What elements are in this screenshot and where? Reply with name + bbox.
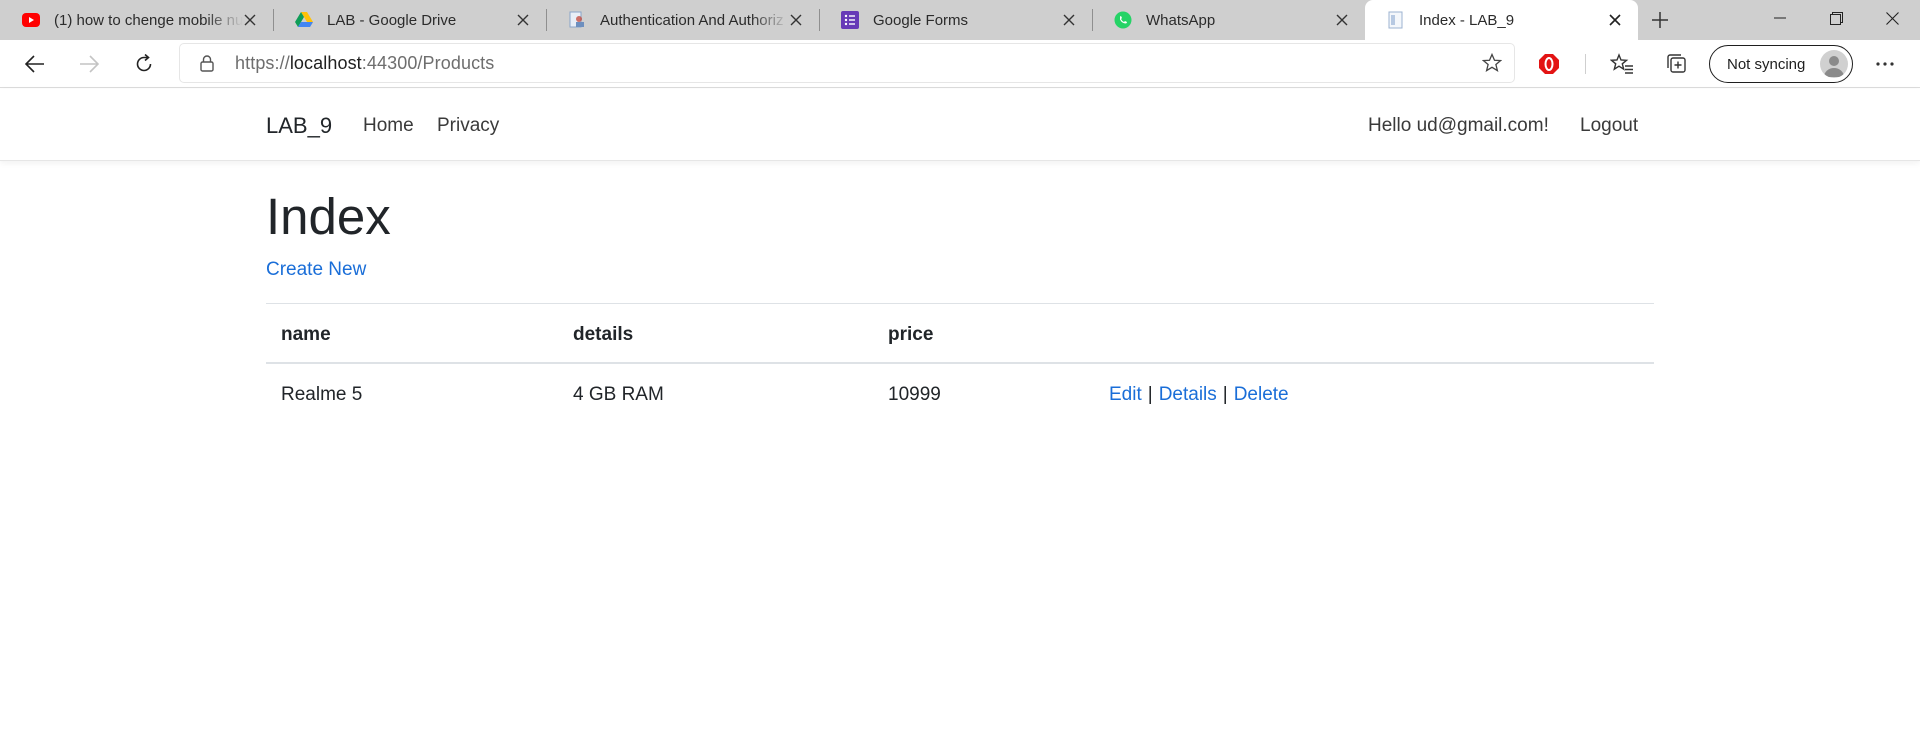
avatar bbox=[1820, 50, 1848, 78]
tab-strip: (1) how to chenge mobile nu LAB - Google… bbox=[0, 0, 1920, 40]
restore-icon bbox=[1829, 11, 1843, 25]
column-header-price: price bbox=[888, 324, 934, 345]
page-title: Index bbox=[266, 188, 391, 245]
collections-icon bbox=[1667, 54, 1686, 73]
forward-button[interactable] bbox=[71, 48, 107, 80]
close-icon[interactable] bbox=[241, 11, 259, 29]
browser-tab-google-forms[interactable]: Google Forms bbox=[819, 0, 1092, 40]
minimize-icon bbox=[1774, 17, 1786, 19]
tab-title: (1) how to chenge mobile nu bbox=[54, 11, 243, 29]
table-header: name details price bbox=[266, 303, 1654, 364]
star-icon[interactable] bbox=[1482, 53, 1502, 73]
tab-title: Google Forms bbox=[873, 11, 969, 29]
column-header-details: details bbox=[573, 324, 634, 345]
minimize-button[interactable] bbox=[1752, 0, 1808, 36]
delete-link[interactable]: Delete bbox=[1234, 384, 1289, 405]
restore-button[interactable] bbox=[1808, 0, 1864, 36]
create-new-link[interactable]: Create New bbox=[266, 259, 366, 281]
products-table: name details price Realme 5 4 GB RAM 109… bbox=[266, 303, 1654, 426]
table-row: Realme 5 4 GB RAM 10999 Edit | Details | Del… bbox=[266, 364, 1654, 426]
tab-title: WhatsApp bbox=[1146, 11, 1216, 29]
lock-icon[interactable] bbox=[198, 54, 216, 72]
tab-title: LAB - Google Drive bbox=[327, 11, 457, 29]
arrow-right-icon bbox=[80, 55, 99, 73]
close-icon[interactable] bbox=[787, 11, 805, 29]
edit-link[interactable]: Edit bbox=[1109, 384, 1142, 405]
tab-title: Authentication And Authoriz bbox=[600, 11, 784, 29]
tab-title: Index - LAB_9 bbox=[1419, 11, 1515, 29]
site-brand-link[interactable]: LAB_9 bbox=[266, 113, 332, 139]
back-button[interactable] bbox=[17, 48, 53, 80]
logout-button[interactable]: Logout bbox=[1580, 115, 1638, 137]
nav-home-link[interactable]: Home bbox=[363, 115, 414, 137]
stop-sign-icon bbox=[1539, 54, 1559, 74]
cell-actions: Edit | Details | Delete bbox=[1109, 384, 1289, 406]
site-navbar: LAB_9 Home Privacy Hello ud@gmail.com! L… bbox=[0, 89, 1920, 161]
action-separator: | bbox=[1222, 384, 1228, 405]
details-link[interactable]: Details bbox=[1159, 384, 1217, 405]
favorites-star-icon bbox=[1610, 53, 1633, 74]
browser-tab-google-drive[interactable]: LAB - Google Drive bbox=[273, 0, 546, 40]
profile-button[interactable]: Not syncing bbox=[1709, 45, 1853, 83]
arrow-left-icon bbox=[25, 55, 44, 73]
refresh-button[interactable] bbox=[126, 48, 162, 80]
close-icon[interactable] bbox=[1606, 11, 1624, 29]
close-icon[interactable] bbox=[514, 11, 532, 29]
youtube-icon bbox=[22, 11, 40, 29]
window-controls bbox=[1752, 0, 1920, 36]
plus-icon bbox=[1652, 12, 1668, 28]
column-header-name: name bbox=[281, 324, 331, 345]
nav-privacy-link[interactable]: Privacy bbox=[437, 115, 499, 137]
address-bar[interactable]: https://localhost:44300/Products bbox=[180, 44, 1514, 82]
new-tab-button[interactable] bbox=[1638, 0, 1682, 40]
close-window-button[interactable] bbox=[1864, 0, 1920, 36]
browser-tab-authentication[interactable]: Authentication And Authoriz bbox=[546, 0, 819, 40]
url-path: :44300/Products bbox=[361, 53, 495, 73]
google-drive-icon bbox=[295, 11, 313, 29]
opera-extension-button[interactable] bbox=[1535, 50, 1563, 78]
toolbar-divider bbox=[1585, 54, 1586, 74]
collections-button[interactable] bbox=[1663, 50, 1691, 78]
close-icon[interactable] bbox=[1333, 11, 1351, 29]
cell-name: Realme 5 bbox=[281, 384, 363, 405]
url-scheme: https:// bbox=[235, 53, 290, 73]
user-greeting-link[interactable]: Hello ud@gmail.com! bbox=[1368, 115, 1549, 137]
browser-tab-whatsapp[interactable]: WhatsApp bbox=[1092, 0, 1365, 40]
refresh-icon bbox=[136, 54, 152, 72]
page-icon bbox=[1387, 11, 1405, 29]
favorites-button[interactable] bbox=[1608, 50, 1636, 78]
more-horizontal-icon bbox=[1876, 62, 1894, 66]
close-icon bbox=[1885, 11, 1899, 25]
action-separator: | bbox=[1147, 384, 1153, 405]
browser-toolbar: https://localhost:44300/Products Not syn… bbox=[0, 40, 1920, 88]
cell-price: 10999 bbox=[888, 384, 941, 405]
web-page: LAB_9 Home Privacy Hello ud@gmail.com! L… bbox=[0, 89, 1920, 733]
url-text[interactable]: https://localhost:44300/Products bbox=[235, 53, 494, 74]
cell-details: 4 GB RAM bbox=[573, 384, 664, 405]
url-host: localhost bbox=[289, 53, 362, 73]
browser-tab-youtube[interactable]: (1) how to chenge mobile nu bbox=[0, 0, 273, 40]
browser-tab-index-lab9[interactable]: Index - LAB_9 bbox=[1365, 0, 1638, 40]
profile-label: Not syncing bbox=[1727, 55, 1806, 73]
close-icon[interactable] bbox=[1060, 11, 1078, 29]
settings-more-button[interactable] bbox=[1871, 50, 1899, 78]
google-forms-icon bbox=[841, 11, 859, 29]
document-icon bbox=[568, 11, 586, 29]
whatsapp-icon bbox=[1114, 11, 1132, 29]
